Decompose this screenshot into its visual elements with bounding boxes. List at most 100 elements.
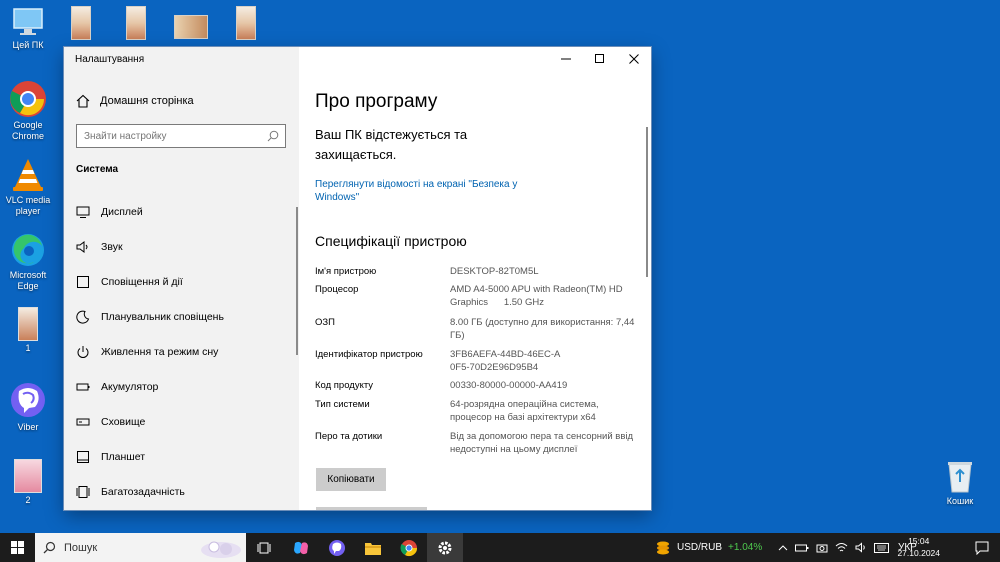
search-input[interactable] <box>77 125 257 147</box>
spec-key: Процесор <box>315 284 359 295</box>
taskbar-viber[interactable] <box>319 533 355 562</box>
desktop-icon-file-1[interactable]: 1 <box>0 307 56 354</box>
spec-value: DESKTOP-82T0M5L <box>450 266 539 277</box>
desktop-thumbnail[interactable] <box>174 15 208 39</box>
minimize-button[interactable] <box>549 47 583 71</box>
battery-icon[interactable] <box>795 543 809 553</box>
multitask-icon <box>76 485 90 498</box>
desktop-icon-label: 2 <box>25 495 31 505</box>
start-button[interactable] <box>0 533 35 562</box>
ticker-label: USD/RUB <box>677 542 723 553</box>
notification-icon <box>975 541 989 555</box>
taskbar-settings[interactable] <box>427 533 463 562</box>
spec-value: Від за допомогою пера та сенсорний ввід … <box>450 431 634 455</box>
camera-icon[interactable] <box>816 542 828 554</box>
sidebar-item-label: Сховище <box>101 415 146 428</box>
close-icon <box>629 54 639 64</box>
taskbar-file-explorer[interactable] <box>355 533 391 562</box>
sidebar-item-label: Дисплей <box>101 205 143 218</box>
sidebar-item-sound[interactable]: Звук <box>64 229 299 264</box>
wifi-icon[interactable] <box>835 542 848 553</box>
spec-key: Ідентифікатор пристрою <box>315 349 423 360</box>
security-link[interactable]: Переглянути відомості на екрані "Безпека… <box>315 178 545 204</box>
taskbar-search[interactable]: Пошук <box>35 533 246 562</box>
desktop-icon-file-2[interactable]: 2 <box>0 459 56 506</box>
window-title: Налаштування <box>75 54 145 65</box>
clock-time: 15:04 <box>908 536 930 546</box>
chrome-icon <box>400 539 418 556</box>
viber-icon <box>329 539 345 556</box>
desktop-thumbnail[interactable] <box>71 6 91 40</box>
taskbar-task-view[interactable] <box>246 533 282 562</box>
vlc-icon <box>13 159 43 191</box>
spec-value: 64-розрядна операційна система, процесор… <box>450 399 599 423</box>
windows-icon <box>11 541 24 554</box>
desktop-icon-label: VLC media player <box>5 195 51 216</box>
page-title: Про програму <box>315 91 438 112</box>
volume-icon[interactable] <box>855 542 867 553</box>
next-button[interactable] <box>316 507 427 510</box>
desktop-icon-label: Google Chrome <box>11 120 44 141</box>
content-scrollbar[interactable] <box>646 127 648 277</box>
home-link[interactable]: Домашня сторінка <box>76 94 194 108</box>
minimize-icon <box>561 58 571 60</box>
search-icon[interactable] <box>267 130 279 142</box>
taskbar-copilot[interactable] <box>283 533 319 562</box>
sidebar-item-power[interactable]: Живлення та режим сну <box>64 334 299 369</box>
desktop-icon-label: Microsoft Edge <box>9 270 47 291</box>
desktop-icon-recycle-bin[interactable]: Кошик <box>932 458 988 507</box>
sidebar-item-storage[interactable]: Сховище <box>64 404 299 439</box>
home-label: Домашня сторінка <box>100 95 194 107</box>
storage-icon <box>76 418 90 425</box>
maximize-icon <box>595 54 604 63</box>
settings-search[interactable] <box>76 124 286 148</box>
sidebar-item-notifications[interactable]: Сповіщення й дії <box>64 264 299 299</box>
currency-icon <box>657 541 669 554</box>
image-file-icon <box>14 459 42 493</box>
desktop-icon-vlc[interactable]: VLC media player <box>0 157 56 217</box>
sidebar-item-multitasking[interactable]: Багатозадачність <box>64 474 299 509</box>
desktop-icon-chrome[interactable]: Google Chrome <box>0 80 56 142</box>
notification-center[interactable] <box>964 533 1000 562</box>
desktop-icon-edge[interactable]: Microsoft Edge <box>0 232 56 292</box>
sidebar-item-display[interactable]: Дисплей <box>64 194 299 229</box>
desktop-icon-this-pc[interactable]: Цей ПК <box>0 6 56 51</box>
battery-icon <box>76 383 90 390</box>
settings-icon <box>438 541 452 554</box>
file-explorer-icon <box>365 542 381 555</box>
desktop-icon-viber[interactable]: Viber <box>0 382 56 433</box>
taskbar-chrome[interactable] <box>391 533 427 562</box>
home-icon <box>76 94 90 108</box>
ticker-widget[interactable]: USD/RUB +1.04% <box>655 533 762 562</box>
chevron-up-icon[interactable] <box>778 543 788 553</box>
desktop-icon-label: Цей ПК <box>12 40 44 50</box>
desktop-thumbnail[interactable] <box>126 6 146 40</box>
spec-key: Код продукту <box>315 380 374 391</box>
clock-date: 27.10.2024 <box>897 548 940 558</box>
sidebar-scrollbar[interactable] <box>296 207 298 355</box>
moon-icon <box>76 310 90 324</box>
sidebar-nav: Дисплей Звук Сповіщення й дії Планувальн… <box>64 194 299 509</box>
about-page: Про програму Ваш ПК відстежується та зах… <box>299 47 651 510</box>
chrome-icon <box>10 81 46 117</box>
notification-icon <box>77 275 89 288</box>
spec-value: 8.00 ГБ (доступно для використання: 7,44… <box>450 317 635 341</box>
ticker-change: +1.04% <box>728 542 763 553</box>
taskbar-search-label: Пошук <box>64 541 98 554</box>
task-view-icon <box>257 542 271 553</box>
spec-key: Тип системи <box>315 399 370 410</box>
desktop-thumbnail[interactable] <box>236 6 256 40</box>
keyboard-icon[interactable] <box>874 542 889 553</box>
search-highlight-icon <box>201 541 241 558</box>
sidebar-item-focus-assist[interactable]: Планувальник сповіщень <box>64 299 299 334</box>
copy-button[interactable]: Копіювати <box>316 468 386 491</box>
clock[interactable]: 15:04 27.10.2024 <box>897 535 940 559</box>
sidebar-item-battery[interactable]: Акумулятор <box>64 369 299 404</box>
spec-key: ОЗП <box>315 317 335 328</box>
system-tray: УКР <box>778 533 917 562</box>
sidebar-item-label: Планшет <box>101 450 146 463</box>
close-button[interactable] <box>617 47 651 71</box>
maximize-button[interactable] <box>583 47 617 71</box>
sidebar-item-tablet[interactable]: Планшет <box>64 439 299 474</box>
settings-sidebar: Налаштування Домашня сторінка Система Ди… <box>64 47 299 510</box>
